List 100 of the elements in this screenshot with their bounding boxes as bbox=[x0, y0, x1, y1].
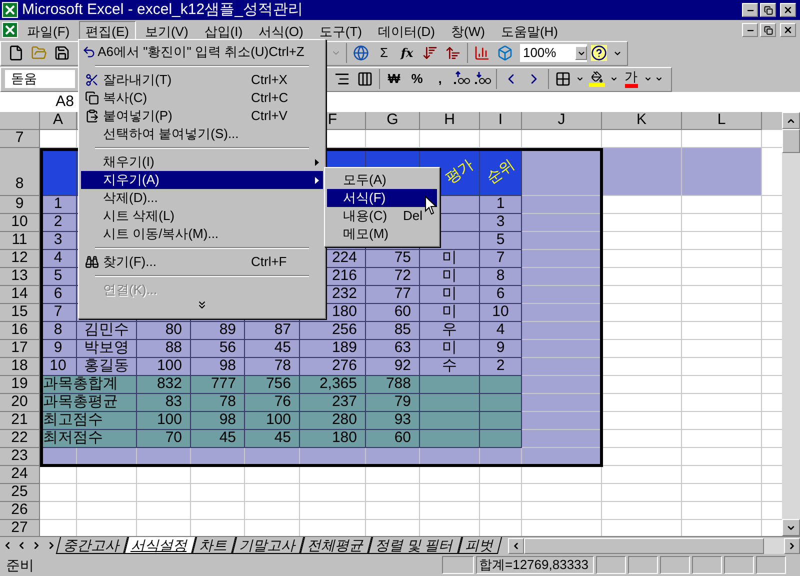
row-header[interactable]: 12 bbox=[0, 250, 40, 268]
row-header[interactable]: 26 bbox=[0, 502, 40, 520]
column-header[interactable]: H bbox=[420, 112, 480, 130]
table-cell bbox=[480, 502, 522, 520]
workbook-minimize-button[interactable] bbox=[742, 23, 758, 37]
column-header[interactable]: G bbox=[366, 112, 420, 130]
scissors-icon bbox=[85, 73, 99, 87]
workbook-restore-button[interactable] bbox=[760, 23, 776, 37]
zoom-field[interactable]: 100% bbox=[520, 44, 587, 62]
menu-item[interactable]: 파일(F) bbox=[20, 20, 77, 40]
table-cell: 280 bbox=[300, 412, 366, 430]
row-header[interactable]: 18 bbox=[0, 358, 40, 376]
table-cell bbox=[420, 466, 480, 484]
menu-item[interactable]: 삭제(D)... bbox=[81, 189, 323, 207]
scroll-thumb[interactable] bbox=[524, 538, 764, 554]
menu-item[interactable]: 채우기(I) bbox=[81, 153, 323, 171]
scroll-thumb[interactable] bbox=[782, 129, 800, 153]
sheet-tab[interactable]: 차트 bbox=[192, 537, 236, 554]
row-header[interactable]: 9 bbox=[0, 196, 40, 214]
table-cell: 80 bbox=[137, 322, 191, 340]
sheet-tab[interactable]: 중간고사 bbox=[56, 537, 128, 554]
currency-button[interactable]: ₩ bbox=[383, 68, 405, 90]
row-header[interactable]: 7 bbox=[0, 130, 40, 148]
table-cell: 5 bbox=[480, 232, 522, 250]
row-header[interactable]: 17 bbox=[0, 340, 40, 358]
column-header[interactable]: J bbox=[522, 112, 602, 130]
row-header[interactable]: 15 bbox=[0, 304, 40, 322]
menu-item[interactable]: 시트 이동/복사(M)... bbox=[81, 225, 323, 243]
column-header[interactable]: A bbox=[40, 112, 77, 130]
scroll-down-button[interactable] bbox=[782, 519, 800, 536]
comma-button[interactable]: , bbox=[429, 68, 451, 90]
percent-button[interactable]: % bbox=[406, 68, 428, 90]
row-header[interactable]: 24 bbox=[0, 466, 40, 484]
menu-item[interactable]: 시트 삭제(L) bbox=[81, 207, 323, 225]
column-header[interactable]: I bbox=[480, 112, 522, 130]
scroll-left-button[interactable] bbox=[508, 538, 524, 554]
menu-item[interactable]: 보기(V) bbox=[138, 20, 196, 40]
app-logo bbox=[2, 2, 18, 18]
menu-item[interactable]: 창(W) bbox=[444, 20, 492, 40]
row-header[interactable]: 25 bbox=[0, 484, 40, 502]
window-title: Microsoft Excel - excel_k12샘플_성적관리 bbox=[22, 0, 303, 20]
autosum-button[interactable]: Σ bbox=[372, 42, 395, 64]
window-restore-button[interactable] bbox=[760, 3, 776, 17]
menu-item[interactable]: 내용(C) Del bbox=[327, 207, 437, 225]
sheet-tab[interactable]: 서식설정 bbox=[124, 537, 196, 554]
table-cell bbox=[420, 376, 480, 394]
increase-decimal-icon[interactable] bbox=[452, 71, 472, 87]
menu-item[interactable]: A6에서 "황진이" 입력 취소(U)Ctrl+Z bbox=[81, 43, 323, 61]
menu-item[interactable]: 서식(F) bbox=[327, 189, 437, 207]
column-header[interactable]: L bbox=[682, 112, 762, 130]
table-cell: 100 bbox=[245, 412, 300, 430]
menu-item[interactable]: 데이터(D) bbox=[370, 20, 442, 40]
table-cell bbox=[480, 430, 522, 448]
sheet-tab[interactable]: 정렬 및 필터 bbox=[368, 537, 462, 554]
table-cell: 83 bbox=[137, 394, 191, 412]
table-cell bbox=[137, 466, 191, 484]
menu-item[interactable]: 지우기(A) bbox=[81, 171, 323, 189]
font-color-button[interactable]: 가 bbox=[620, 68, 642, 90]
decrease-decimal-icon[interactable] bbox=[473, 71, 493, 87]
status-panel bbox=[660, 556, 690, 574]
scroll-right-button[interactable] bbox=[784, 538, 800, 554]
row-header[interactable]: 22 bbox=[0, 430, 40, 448]
window-close-button[interactable] bbox=[780, 3, 796, 17]
menu-item[interactable]: 메모(M) bbox=[327, 225, 437, 243]
row-header[interactable]: 21 bbox=[0, 412, 40, 430]
close-icon bbox=[783, 5, 793, 15]
row-header[interactable]: 20 bbox=[0, 394, 40, 412]
font-field[interactable]: 돋움 bbox=[5, 70, 75, 88]
table-cell bbox=[762, 250, 782, 268]
horizontal-scrollbar[interactable] bbox=[508, 538, 800, 554]
row-header[interactable]: 13 bbox=[0, 268, 40, 286]
help-icon[interactable] bbox=[588, 42, 610, 64]
row-header[interactable]: 19 bbox=[0, 376, 40, 394]
sheet-tab[interactable]: 전체평균 bbox=[300, 537, 372, 554]
row-header[interactable]: 23 bbox=[0, 448, 40, 466]
row-header[interactable]: 10 bbox=[0, 214, 40, 232]
row-header[interactable]: 14 bbox=[0, 286, 40, 304]
table-cell: 4 bbox=[480, 322, 522, 340]
menu-item[interactable]: 복사(C) Ctrl+C bbox=[81, 89, 323, 107]
scroll-up-button[interactable] bbox=[782, 112, 800, 129]
sheet-tab[interactable]: 기말고사 bbox=[232, 537, 304, 554]
function-button[interactable]: fx bbox=[396, 42, 418, 64]
sheet-tab[interactable]: 피벗 bbox=[458, 537, 502, 554]
menu-item[interactable]: 잘라내기(T) Ctrl+X bbox=[81, 71, 323, 89]
table-cell bbox=[137, 502, 191, 520]
table-cell bbox=[762, 214, 782, 232]
window-minimize-button[interactable] bbox=[742, 3, 758, 17]
menu-item[interactable]: 도움말(H) bbox=[494, 20, 565, 40]
vertical-scrollbar[interactable] bbox=[782, 112, 800, 536]
expand-menu-icon[interactable] bbox=[196, 299, 208, 311]
workbook-close-button[interactable] bbox=[780, 23, 796, 37]
menu-item[interactable]: 삽입(I) bbox=[197, 20, 250, 40]
row-header[interactable]: 11 bbox=[0, 232, 40, 250]
menu-item[interactable]: 서식(O) bbox=[252, 20, 310, 40]
row-header[interactable]: 8 bbox=[0, 148, 40, 196]
table-cell bbox=[762, 376, 782, 394]
table-cell: 6 bbox=[480, 286, 522, 304]
row-header[interactable]: 16 bbox=[0, 322, 40, 340]
menu-item[interactable]: 도구(T) bbox=[312, 20, 369, 40]
column-header[interactable]: K bbox=[602, 112, 682, 130]
